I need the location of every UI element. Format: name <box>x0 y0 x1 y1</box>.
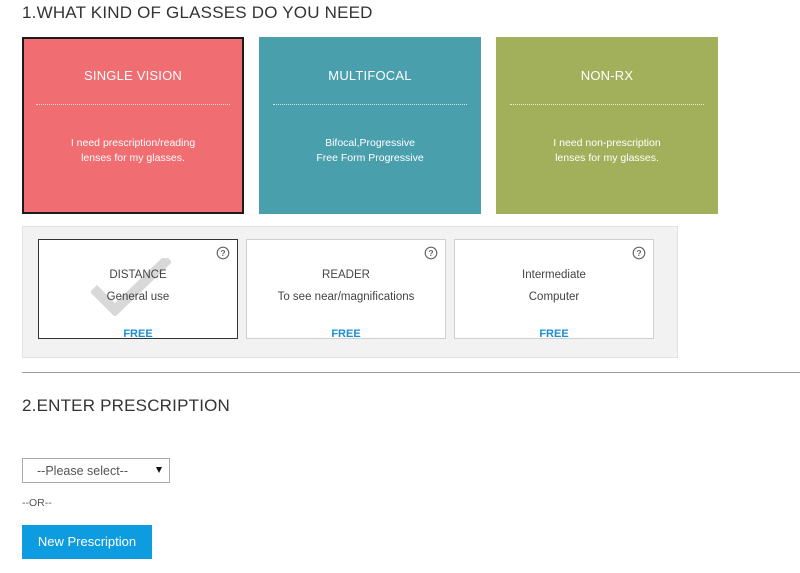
lens-type-card-single-vision[interactable]: SINGLE VISION I need prescription/readin… <box>22 37 244 214</box>
or-separator: --OR-- <box>22 497 52 509</box>
usage-option-description: General use <box>106 291 170 303</box>
svg-text:?: ? <box>428 248 433 258</box>
lens-type-desc-line: lenses for my glasses. <box>555 152 659 164</box>
usage-options-panel: ? DISTANCE General use FREE ? READER To … <box>22 226 678 358</box>
usage-option-description: To see near/magnifications <box>277 291 415 303</box>
card-divider <box>273 104 467 105</box>
section-title-glasses-kind: 1.WHAT KIND OF GLASSES DO YOU NEED <box>22 3 373 22</box>
card-divider <box>36 104 230 105</box>
lens-type-title: SINGLE VISION <box>84 68 182 83</box>
lens-type-title: NON-RX <box>580 68 634 83</box>
lens-type-desc-line: Bifocal,Progressive <box>325 137 415 149</box>
lens-type-title: MULTIFOCAL <box>328 68 412 83</box>
lens-type-description: I need non-prescription lenses for my gl… <box>506 136 708 166</box>
lens-type-desc-line: Free Form Progressive <box>316 152 424 164</box>
usage-option-reader[interactable]: ? READER To see near/magnifications FREE <box>246 239 446 340</box>
prescription-select-value: --Please select-- <box>37 464 128 478</box>
lens-type-description: I need prescription/reading lenses for m… <box>34 136 232 166</box>
usage-option-description: Computer <box>528 291 580 303</box>
lens-type-desc-line: I need non-prescription <box>553 137 661 149</box>
card-divider <box>510 104 704 105</box>
checkmark-icon <box>91 258 171 316</box>
question-circle-icon[interactable]: ? <box>424 246 438 260</box>
usage-option-name: DISTANCE <box>109 269 167 281</box>
usage-option-price: FREE <box>539 328 569 340</box>
section-divider <box>22 372 800 373</box>
usage-option-price: FREE <box>331 328 361 340</box>
usage-option-distance[interactable]: ? DISTANCE General use FREE <box>38 239 238 340</box>
svg-text:?: ? <box>636 248 641 258</box>
dropdown-arrow-icon <box>156 467 162 473</box>
usage-option-intermediate[interactable]: ? Intermediate Computer FREE <box>454 239 654 340</box>
svg-text:?: ? <box>220 248 225 258</box>
lens-type-description: Bifocal,Progressive Free Form Progressiv… <box>269 136 471 166</box>
usage-option-name: Intermediate <box>522 269 586 281</box>
prescription-select[interactable]: --Please select-- <box>22 458 170 483</box>
usage-option-price: FREE <box>123 328 153 340</box>
usage-option-name: READER <box>322 269 370 281</box>
new-prescription-button[interactable]: New Prescription <box>22 525 152 559</box>
lens-type-card-multifocal[interactable]: MULTIFOCAL Bifocal,Progressive Free Form… <box>259 37 481 214</box>
section-title-enter-prescription: 2.ENTER PRESCRIPTION <box>22 396 231 415</box>
lens-type-desc-line: lenses for my glasses. <box>81 152 185 164</box>
lens-type-card-non-rx[interactable]: NON-RX I need non-prescription lenses fo… <box>496 37 718 214</box>
lens-type-desc-line: I need prescription/reading <box>70 137 196 149</box>
question-circle-icon[interactable]: ? <box>632 246 646 260</box>
question-circle-icon[interactable]: ? <box>216 246 230 260</box>
